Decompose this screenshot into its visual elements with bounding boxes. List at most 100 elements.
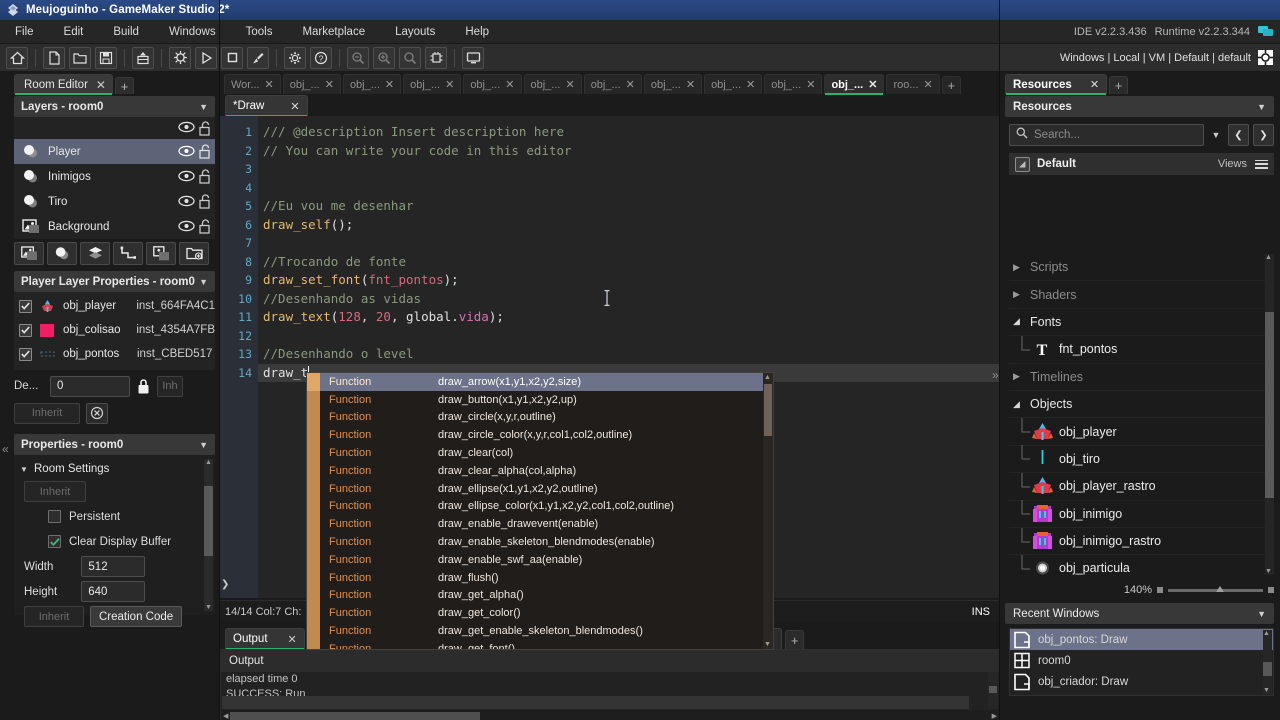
layer-properties-header[interactable]: Player Layer Properties - room0 ▼ xyxy=(14,271,215,292)
add-asset-layer-icon[interactable] xyxy=(146,242,176,265)
tree-item-obj-inimigo[interactable]: obj_inimigo xyxy=(1009,500,1274,528)
tab-resources[interactable]: Resources ✕ xyxy=(1005,74,1108,95)
close-icon[interactable]: ✕ xyxy=(924,78,933,91)
chevron-down-icon[interactable]: ▼ xyxy=(1257,102,1266,112)
menu-build[interactable]: Build xyxy=(98,20,154,44)
code-line[interactable]: //Trocando de fonte xyxy=(258,253,1000,272)
lock-open-icon[interactable] xyxy=(198,194,211,209)
autocomplete-item[interactable]: Function draw_enable_skeleton_blendmodes(… xyxy=(307,533,773,551)
properties-section-header[interactable]: Properties - room0 ▼ xyxy=(14,434,215,455)
chevron-right-icon[interactable]: ❯ xyxy=(1253,124,1274,146)
menu-layouts[interactable]: Layouts xyxy=(380,20,450,44)
depth-input[interactable]: 0 xyxy=(50,375,130,397)
stop-icon[interactable] xyxy=(221,46,243,69)
autocomplete-item[interactable]: Function draw_get_alpha() xyxy=(307,586,773,605)
code-line[interactable]: draw_self(); xyxy=(258,216,1000,235)
add-instance-layer-icon[interactable] xyxy=(47,242,77,265)
close-icon[interactable]: ✕ xyxy=(1090,78,1099,91)
checkbox-persistent[interactable] xyxy=(48,510,61,523)
recent-windows-scrollbar[interactable]: ▲ ▼ xyxy=(1263,630,1272,694)
checkbox[interactable] xyxy=(19,323,32,337)
views-label[interactable]: Views xyxy=(1218,158,1247,170)
output-sub-tab[interactable]: Output xyxy=(221,650,999,672)
file-tab-3[interactable]: obj_... ✕ xyxy=(403,74,462,94)
close-icon[interactable]: ✕ xyxy=(806,78,815,91)
add-output-tab-button[interactable]: + xyxy=(785,630,805,649)
close-icon[interactable]: ✕ xyxy=(96,79,106,91)
close-icon[interactable]: ✕ xyxy=(385,78,394,91)
close-icon[interactable]: ✕ xyxy=(505,78,514,91)
close-icon[interactable]: ✕ xyxy=(746,78,755,91)
inherit-button[interactable]: Inherit xyxy=(14,402,80,424)
file-tab-1[interactable]: obj_... ✕ xyxy=(282,74,341,94)
run-icon[interactable] xyxy=(195,46,217,69)
triangle-closed-icon[interactable]: ▶ xyxy=(1013,289,1026,300)
chevron-down-icon[interactable]: ▼ xyxy=(199,102,208,112)
tree-group-fonts[interactable]: ◢ Fonts xyxy=(1009,309,1274,337)
autocomplete-item[interactable]: Function draw_button(x1,y1,x2,y2,up) xyxy=(307,390,773,409)
tab-room-editor[interactable]: Room Editor ✕ xyxy=(14,74,113,95)
zoom-in-icon[interactable] xyxy=(373,46,395,69)
autocomplete-item[interactable]: Function draw_enable_swf_aa(enable) xyxy=(307,550,773,569)
code-line[interactable]: //Eu vou me desenhar xyxy=(258,197,1000,216)
layer-row[interactable] xyxy=(14,117,215,139)
resource-view-default[interactable]: Default Views xyxy=(1009,153,1274,175)
code-line[interactable] xyxy=(258,234,1000,253)
resource-tree[interactable]: ▶ Scripts ▶ Shaders ◢ Fonts T fnt_pontos… xyxy=(1009,254,1274,575)
autocomplete-popup[interactable]: Function draw_arrow(x1,y1,x2,y2,size) Func… xyxy=(306,372,774,650)
layer-row-tiro[interactable]: Tiro xyxy=(14,189,215,214)
add-resources-tab-button[interactable]: + xyxy=(1109,76,1129,94)
clear-display-buffer-row[interactable]: Clear Display Buffer xyxy=(14,529,215,554)
tree-group-objects[interactable]: ◢ Objects xyxy=(1009,391,1274,419)
search-input[interactable]: Search... xyxy=(1009,124,1204,146)
circle-x-icon[interactable] xyxy=(86,402,108,424)
recent-window-item-obj-pontos[interactable]: obj_pontos: Draw xyxy=(1010,629,1273,650)
file-tab-10-active[interactable]: obj_... ✕ xyxy=(824,74,885,95)
autocomplete-item[interactable]: Function draw_clear(col) xyxy=(307,444,773,462)
layer-row-player[interactable]: Player xyxy=(14,139,215,164)
triangle-open-icon[interactable]: ◢ xyxy=(1013,316,1026,327)
file-tab-11[interactable]: roo... ✕ xyxy=(886,74,940,94)
triangle-closed-icon[interactable]: ▶ xyxy=(1013,262,1026,273)
close-icon[interactable]: ✕ xyxy=(445,78,454,91)
hamburger-icon[interactable] xyxy=(1255,159,1268,169)
autocomplete-item[interactable]: Function draw_circle_color(x,y,r,col1,col… xyxy=(307,426,773,445)
target-status-label[interactable]: Windows | Local | VM | Default | default xyxy=(1060,52,1251,64)
open-folder-icon[interactable] xyxy=(69,46,91,69)
clean-icon[interactable] xyxy=(247,46,269,69)
add-background-layer-icon[interactable] xyxy=(14,242,44,265)
file-tab-4[interactable]: obj_... ✕ xyxy=(463,74,522,94)
display-icon[interactable] xyxy=(462,46,484,69)
save-icon[interactable] xyxy=(95,46,117,69)
debug-tools-icon[interactable] xyxy=(425,46,447,69)
recent-window-item-obj-criador[interactable]: obj_criador: Draw xyxy=(1010,671,1273,692)
autocomplete-scrollbar[interactable]: ▲ ▼ xyxy=(763,373,773,649)
tree-item-obj-tiro[interactable]: obj_tiro xyxy=(1009,445,1274,474)
autocomplete-item[interactable]: Function draw_ellipse_color(x1,y1,x2,y2,c… xyxy=(307,497,773,516)
add-path-layer-icon[interactable] xyxy=(113,242,143,265)
search-options-chevron-down-icon[interactable]: ▼ xyxy=(1208,130,1224,140)
autocomplete-item[interactable]: Function draw_circle(x,y,r,outline) xyxy=(307,408,773,427)
code-line[interactable]: // You can write your code in this edito… xyxy=(258,142,1000,161)
add-folder-icon[interactable] xyxy=(179,242,209,265)
eye-icon[interactable] xyxy=(178,170,195,184)
file-tab-7[interactable]: obj_... ✕ xyxy=(643,74,703,94)
instance-row-obj-player[interactable]: obj_player inst_664FA4C1 xyxy=(14,294,215,318)
inherit-button[interactable]: Inherit xyxy=(24,481,86,502)
tree-item-fnt-pontos[interactable]: T fnt_pontos xyxy=(1009,335,1274,364)
code-line[interactable]: draw_text(128, 20, global.vida); xyxy=(258,308,1000,327)
autocomplete-item[interactable]: Function draw_clear_alpha(col,alpha) xyxy=(307,461,773,480)
layer-row-inimigos[interactable]: Inimigos xyxy=(14,164,215,189)
instance-row-obj-pontos[interactable]: obj_pontos inst_CBED517 xyxy=(14,342,215,366)
tree-item-obj-inimigo-rastro[interactable]: obj_inimigo_rastro xyxy=(1009,527,1274,556)
checkbox-clear-display-buffer[interactable] xyxy=(48,535,61,548)
code-line[interactable]: /// @description Insert description here xyxy=(258,123,1000,142)
triangle-closed-icon[interactable]: ▶ xyxy=(1013,371,1026,382)
autocomplete-item[interactable]: Function draw_arrow(x1,y1,x2,y2,size) xyxy=(307,373,773,391)
layers-section-header[interactable]: Layers - room0 ▼ xyxy=(14,96,215,117)
chevron-down-icon[interactable]: ▼ xyxy=(199,277,208,287)
code-line[interactable] xyxy=(258,327,1000,346)
close-icon[interactable]: ✕ xyxy=(265,78,274,91)
menu-help[interactable]: Help xyxy=(450,20,504,44)
menu-tools[interactable]: Tools xyxy=(231,20,288,44)
